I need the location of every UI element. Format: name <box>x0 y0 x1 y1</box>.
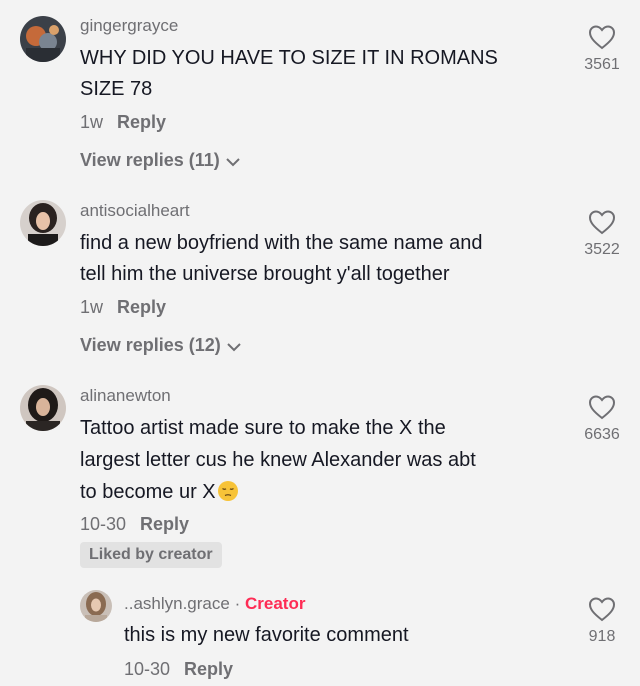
username[interactable]: ..ashlyn.grace <box>124 594 230 613</box>
comment-text-line: WHY DID YOU HAVE TO SIZE IT IN ROMANS <box>80 47 498 69</box>
view-replies-label: View replies (12) <box>80 335 221 355</box>
heart-outline-icon <box>588 395 616 420</box>
view-replies-button[interactable]: View replies (11) <box>80 150 240 172</box>
username[interactable]: gingergrayce <box>80 16 178 36</box>
avatar[interactable] <box>20 200 66 246</box>
timestamp: 1w <box>80 112 104 132</box>
reply-username-row: ..ashlyn.grace · Creator <box>124 594 305 614</box>
comment-text-line: find a new boyfriend with the same name … <box>80 232 483 254</box>
chevron-down-icon <box>227 336 241 357</box>
username[interactable]: alinanewton <box>80 386 171 406</box>
comment-text-line: tell him the universe brought y'all toge… <box>80 263 450 285</box>
username[interactable]: antisocialheart <box>80 201 190 221</box>
heart-outline-icon <box>588 210 616 235</box>
like-button[interactable]: 6636 <box>572 394 632 444</box>
reply-button[interactable]: Reply <box>117 297 166 317</box>
pensive-face-emoji <box>217 481 238 501</box>
like-count: 918 <box>588 628 616 645</box>
comment-text-line: Tattoo artist made sure to make the X th… <box>80 417 446 439</box>
reply-meta: 10-30 Reply <box>124 659 233 680</box>
creator-label: Creator <box>244 594 306 613</box>
avatar[interactable] <box>20 385 66 431</box>
like-count: 6636 <box>584 426 620 443</box>
comment-text: to become ur X <box>80 481 216 503</box>
avatar[interactable] <box>80 590 112 622</box>
comment-meta: 10-30 Reply <box>80 514 189 535</box>
heart-outline-icon <box>588 25 616 50</box>
like-button[interactable]: 918 <box>572 596 632 646</box>
reply-text: this is my new favorite comment <box>124 624 409 646</box>
liked-by-creator-badge: Liked by creator <box>80 542 222 568</box>
timestamp: 10-30 <box>80 514 127 534</box>
chevron-down-icon <box>226 151 240 172</box>
comment-meta: 1w Reply <box>80 112 166 133</box>
heart-outline-icon <box>588 597 616 622</box>
timestamp: 1w <box>80 297 104 317</box>
like-button[interactable]: 3522 <box>572 209 632 259</box>
timestamp: 10-30 <box>124 659 171 679</box>
view-replies-button[interactable]: View replies (12) <box>80 335 241 357</box>
reply-button[interactable]: Reply <box>184 659 233 679</box>
separator: · <box>234 594 241 613</box>
avatar[interactable] <box>20 16 66 62</box>
like-count: 3522 <box>584 241 620 258</box>
reply-button[interactable]: Reply <box>140 514 189 534</box>
reply-button[interactable]: Reply <box>117 112 166 132</box>
view-replies-label: View replies (11) <box>80 150 220 170</box>
like-count: 3561 <box>584 56 620 73</box>
comment-text-line: SIZE 78 <box>80 78 153 100</box>
like-button[interactable]: 3561 <box>572 24 632 74</box>
comment-text-line-last: to become ur X <box>80 476 239 508</box>
comment-text-line: largest letter cus he knew Alexander was… <box>80 449 476 471</box>
comment-meta: 1w Reply <box>80 297 166 318</box>
